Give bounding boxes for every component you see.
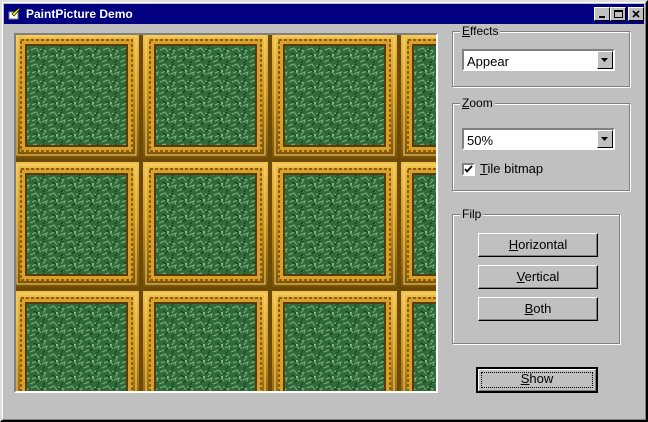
both-button[interactable]: Both [478,297,598,321]
title-bar[interactable]: PaintPicture Demo [4,4,644,24]
flip-group: Filp Horizontal Vertical Both [452,207,620,344]
close-button[interactable] [628,7,644,21]
zoom-value: 50% [467,133,494,148]
effects-label: Effects [460,24,501,38]
zoom-combo[interactable]: 50% [462,128,615,150]
zoom-dropdown-button[interactable] [597,130,613,148]
effects-dropdown-button[interactable] [597,51,613,69]
maximize-button[interactable] [610,7,626,21]
tile-bitmap-label[interactable]: Tile bitmap [480,161,543,176]
focus-rect [481,372,593,388]
effects-group: Effects Appear [452,24,630,87]
tile-bitmap-checkbox[interactable] [462,163,475,176]
window-title: PaintPicture Demo [26,7,133,21]
close-icon [632,10,640,18]
chevron-down-icon [601,58,608,62]
chevron-down-icon [601,137,608,141]
zoom-label: Zoom [460,96,495,110]
paint-brush-icon[interactable] [8,7,21,20]
minimize-button[interactable] [594,7,610,21]
checkmark-icon [464,165,473,173]
flip-label: Filp [460,207,484,221]
vertical-button[interactable]: Vertical [478,265,598,289]
picture-box[interactable] [14,33,438,393]
zoom-group: Zoom 50% Tile bitmap [452,96,630,191]
show-button[interactable]: Show [476,367,598,393]
effects-combo[interactable]: Appear [462,49,615,71]
horizontal-button[interactable]: Horizontal [478,233,598,257]
effects-value: Appear [467,54,509,69]
app-window: PaintPicture Demo Effects Appear Zoom 50… [0,0,648,422]
maximize-icon [614,10,623,18]
tiled-bitmap-image [16,35,436,391]
minimize-icon [599,16,605,18]
